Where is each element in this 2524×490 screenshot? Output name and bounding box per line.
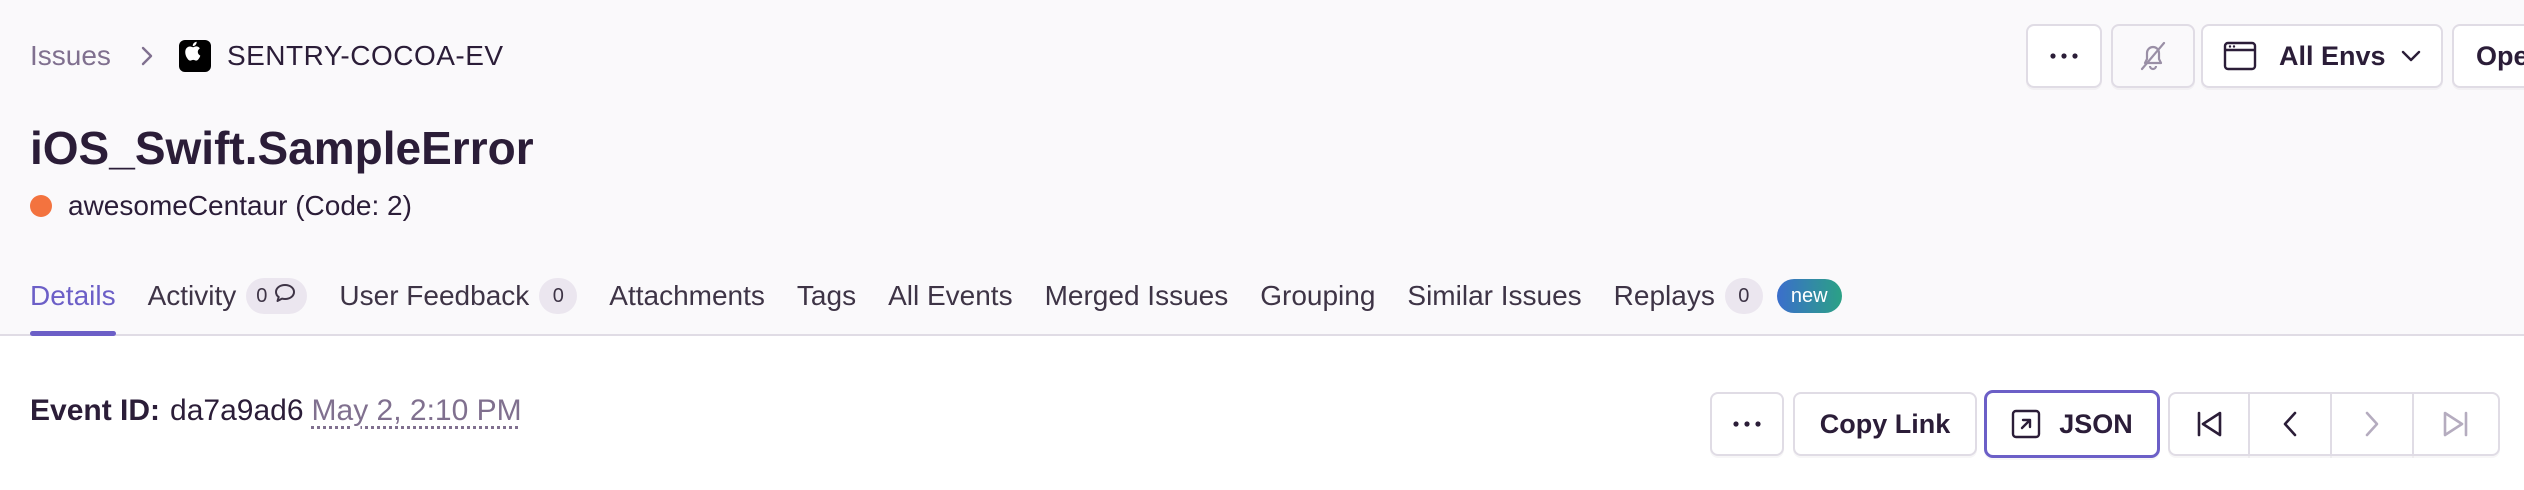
tab-label: Activity [147,280,237,311]
window-icon [2223,41,2257,71]
environment-selector[interactable]: All Envs [2201,24,2443,88]
event-id-value: da7a9ad6 [170,394,304,427]
chevron-left-icon [2279,409,2301,439]
breadcrumb-project[interactable]: SENTRY-COCOA-EV [227,40,504,72]
chevron-right-icon [2361,409,2383,439]
tab-label: User Feedback [339,280,530,311]
tab-user-feedback[interactable]: User Feedback 0 [339,270,578,334]
tab-merged-issues[interactable]: Merged Issues [1045,270,1229,334]
open-external-icon [2011,409,2041,439]
skip-to-first-icon [2193,409,2225,439]
tab-label: Tags [796,280,857,311]
replays-count: 0 [1724,278,1763,314]
apple-platform-icon [178,40,211,72]
activity-count: 0 [256,284,268,307]
copy-link-button[interactable]: Copy Link [1793,392,1977,456]
tab-label: Attachments [609,280,765,311]
issue-title: iOS_Swift.SampleError [30,122,534,174]
tab-label: Replays [1613,280,1715,311]
last-event-button[interactable] [2412,392,2500,456]
tab-label: Details [30,280,116,311]
chevron-down-icon [2400,49,2422,63]
issue-subtitle: awesomeCentaur (Code: 2) [30,190,412,222]
user-feedback-count: 0 [539,278,578,314]
tab-similar-issues[interactable]: Similar Issues [1407,270,1581,334]
view-json-button[interactable]: JSON [1984,390,2160,458]
chevron-right-icon [133,42,161,70]
tab-label: Similar Issues [1407,280,1582,311]
more-actions-button[interactable] [2026,24,2102,88]
next-event-button[interactable] [2330,392,2414,456]
event-more-actions-button[interactable] [1710,392,1784,456]
error-level-indicator [30,195,52,217]
issue-header: Issues SENTRY-COCOA-EV iOS_Swift.SampleE… [0,0,2524,336]
open-label: Open [2476,40,2524,71]
bell-slash-icon [2136,39,2170,73]
tab-label: Grouping [1260,280,1376,311]
ellipsis-icon [1732,420,1762,428]
event-id-label: Event ID: [30,394,161,427]
issue-tabs: Details Activity 0 User Feedback 0 Attac… [30,270,1874,336]
breadcrumb-issues-link[interactable]: Issues [30,40,111,72]
copy-link-label: Copy Link [1819,408,1951,439]
mute-button[interactable] [2111,24,2195,88]
breadcrumb: Issues SENTRY-COCOA-EV [30,36,504,76]
tab-label: All Events [888,280,1013,311]
new-feature-badge: new [1776,279,1842,313]
issue-message: awesomeCentaur (Code: 2) [68,190,412,221]
tab-label: Merged Issues [1044,280,1229,311]
json-label: JSON [2059,408,2133,439]
event-timestamp[interactable]: May 2, 2:10 PM [312,394,522,428]
tab-activity[interactable]: Activity 0 [148,270,308,334]
tab-attachments[interactable]: Attachments [609,270,765,334]
first-event-button[interactable] [2168,392,2250,456]
tab-details[interactable]: Details [30,270,116,336]
tab-all-events[interactable]: All Events [888,270,1013,334]
ellipsis-icon [2049,52,2079,60]
skip-to-last-icon [2440,409,2472,439]
tab-grouping[interactable]: Grouping [1260,270,1375,334]
chat-bubble-icon [273,282,297,310]
open-in-button[interactable]: Open [2452,24,2524,88]
event-info: Event ID: da7a9ad6 May 2, 2:10 PM [30,394,522,428]
activity-count-badge: 0 [246,278,308,314]
tab-tags[interactable]: Tags [797,270,856,334]
previous-event-button[interactable] [2248,392,2332,456]
environment-label: All Envs [2279,40,2386,71]
tab-replays[interactable]: Replays 0 new [1614,270,1842,334]
